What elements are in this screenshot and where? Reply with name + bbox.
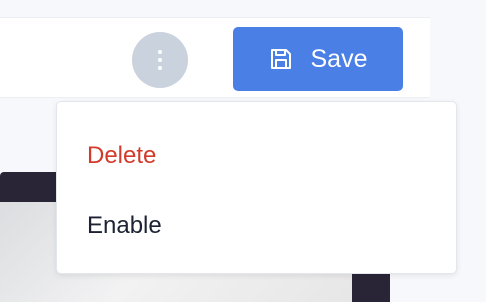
more-options-menu: Delete Enable xyxy=(56,101,457,274)
menu-item-enable[interactable]: Enable xyxy=(87,212,162,240)
menu-item-delete[interactable]: Delete xyxy=(87,142,156,170)
more-vertical-icon xyxy=(158,50,162,70)
save-button[interactable]: Save xyxy=(233,27,403,91)
save-button-label: Save xyxy=(310,44,368,73)
more-options-button[interactable] xyxy=(132,32,188,88)
floppy-disk-icon xyxy=(270,49,291,69)
